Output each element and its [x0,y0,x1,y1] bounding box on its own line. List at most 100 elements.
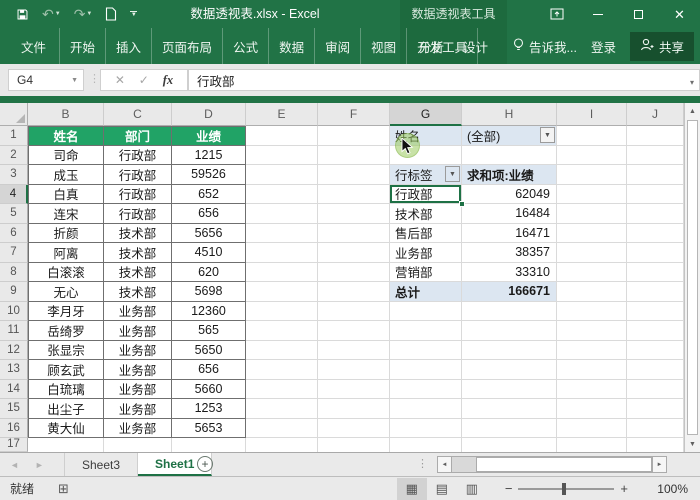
row-header-16[interactable]: 16 [0,418,28,438]
cell-G8[interactable]: 营销部 [390,262,462,282]
cell-I2[interactable] [557,145,627,165]
cell-J17[interactable] [627,438,684,452]
cell-J9[interactable] [627,282,684,302]
horizontal-scroll-track[interactable] [452,456,652,473]
cell-I17[interactable] [557,438,627,452]
cell-J4[interactable] [627,184,684,204]
cell-E5[interactable] [246,204,318,224]
cell-E12[interactable] [246,340,318,360]
save-icon[interactable] [16,8,29,21]
cell-D16[interactable]: 5653 [172,418,246,438]
cell-I11[interactable] [557,321,627,341]
tab-design[interactable]: 设计 [463,37,488,56]
cell-F16[interactable] [318,418,390,438]
cell-D10[interactable]: 12360 [172,301,246,321]
cell-I14[interactable] [557,379,627,399]
row-header-7[interactable]: 7 [0,243,28,263]
cell-H13[interactable] [462,360,557,380]
new-document-icon[interactable] [105,7,117,21]
tab-review[interactable]: 审阅 [315,28,362,64]
maximize-button[interactable] [618,0,659,28]
cell-H5[interactable]: 16484 [462,204,557,224]
tab-file[interactable]: 文件 [8,28,61,64]
cell-F9[interactable] [318,282,390,302]
cell-G5[interactable]: 技术部 [390,204,462,224]
horizontal-scrollbar[interactable]: ◄ ► [437,456,667,473]
cell-B11[interactable]: 岳绮罗 [28,321,104,341]
tab-formulas[interactable]: 公式 [223,28,270,64]
cell-G11[interactable] [390,321,462,341]
cell-C1[interactable]: 部门 [104,126,172,146]
scroll-up-icon[interactable]: ▲ [685,103,700,119]
cell-G16[interactable] [390,418,462,438]
cell-J3[interactable] [627,165,684,185]
cell-J11[interactable] [627,321,684,341]
zoom-slider[interactable] [518,482,615,495]
horizontal-scroll-thumb[interactable] [476,457,652,472]
cell-H17[interactable] [462,438,557,452]
cell-E3[interactable] [246,165,318,185]
cell-I3[interactable] [557,165,627,185]
cell-J8[interactable] [627,262,684,282]
cell-I6[interactable] [557,223,627,243]
cell-B12[interactable]: 张显宗 [28,340,104,360]
cell-B10[interactable]: 李月牙 [28,301,104,321]
cell-F10[interactable] [318,301,390,321]
cell-J14[interactable] [627,379,684,399]
column-header-G[interactable]: G [390,103,462,126]
cell-B15[interactable]: 出尘子 [28,399,104,419]
cell-D11[interactable]: 565 [172,321,246,341]
cell-C9[interactable]: 技术部 [104,282,172,302]
cell-F2[interactable] [318,145,390,165]
cell-J6[interactable] [627,223,684,243]
row-header-8[interactable]: 8 [0,262,28,282]
vertical-scroll-thumb[interactable] [687,120,698,435]
cell-I1[interactable] [557,126,627,146]
share-button[interactable]: 共享 [629,31,694,61]
undo-icon[interactable]: ↶ ▼ [42,7,61,21]
cell-G7[interactable]: 业务部 [390,243,462,263]
cell-F6[interactable] [318,223,390,243]
cell-C4[interactable]: 行政部 [104,184,172,204]
cell-H14[interactable] [462,379,557,399]
cell-B7[interactable]: 阿离 [28,243,104,263]
row-header-4[interactable]: 4 [0,184,28,204]
cell-E16[interactable] [246,418,318,438]
cell-C3[interactable]: 行政部 [104,165,172,185]
cell-D9[interactable]: 5698 [172,282,246,302]
cell-E11[interactable] [246,321,318,341]
cell-I10[interactable] [557,301,627,321]
cell-F7[interactable] [318,243,390,263]
sign-in-button[interactable]: 登录 [591,37,616,56]
close-button[interactable]: ✕ [659,0,700,28]
cell-I13[interactable] [557,360,627,380]
sheet-tab-sheet3[interactable]: Sheet3 [64,453,139,476]
cell-J7[interactable] [627,243,684,263]
tab-splitter-icon[interactable]: ⋮ [417,457,428,470]
cell-J10[interactable] [627,301,684,321]
cell-D8[interactable]: 620 [172,262,246,282]
row-header-15[interactable]: 15 [0,399,28,419]
cell-H3[interactable]: 求和项:业绩 [462,165,557,185]
cell-J5[interactable] [627,204,684,224]
cell-D4[interactable]: 652 [172,184,246,204]
cell-H8[interactable]: 33310 [462,262,557,282]
cell-C2[interactable]: 行政部 [104,145,172,165]
cell-J16[interactable] [627,418,684,438]
prev-sheet-icon[interactable]: ◄ [10,460,19,470]
cell-B16[interactable]: 黄大仙 [28,418,104,438]
cell-F17[interactable] [318,438,390,452]
page-break-view-icon[interactable]: ▥ [457,478,487,500]
row-header-10[interactable]: 10 [0,301,28,321]
name-box[interactable]: G4 ▼ [8,69,84,91]
column-header-D[interactable]: D [172,103,246,126]
cell-C16[interactable]: 业务部 [104,418,172,438]
cell-J2[interactable] [627,145,684,165]
customize-qat-icon[interactable]: ▼ [130,11,138,18]
cell-G13[interactable] [390,360,462,380]
row-header-2[interactable]: 2 [0,145,28,165]
row-header-3[interactable]: 3 [0,165,28,185]
enter-icon[interactable]: ✓ [139,73,149,87]
cell-F5[interactable] [318,204,390,224]
cell-B17[interactable] [28,438,104,452]
